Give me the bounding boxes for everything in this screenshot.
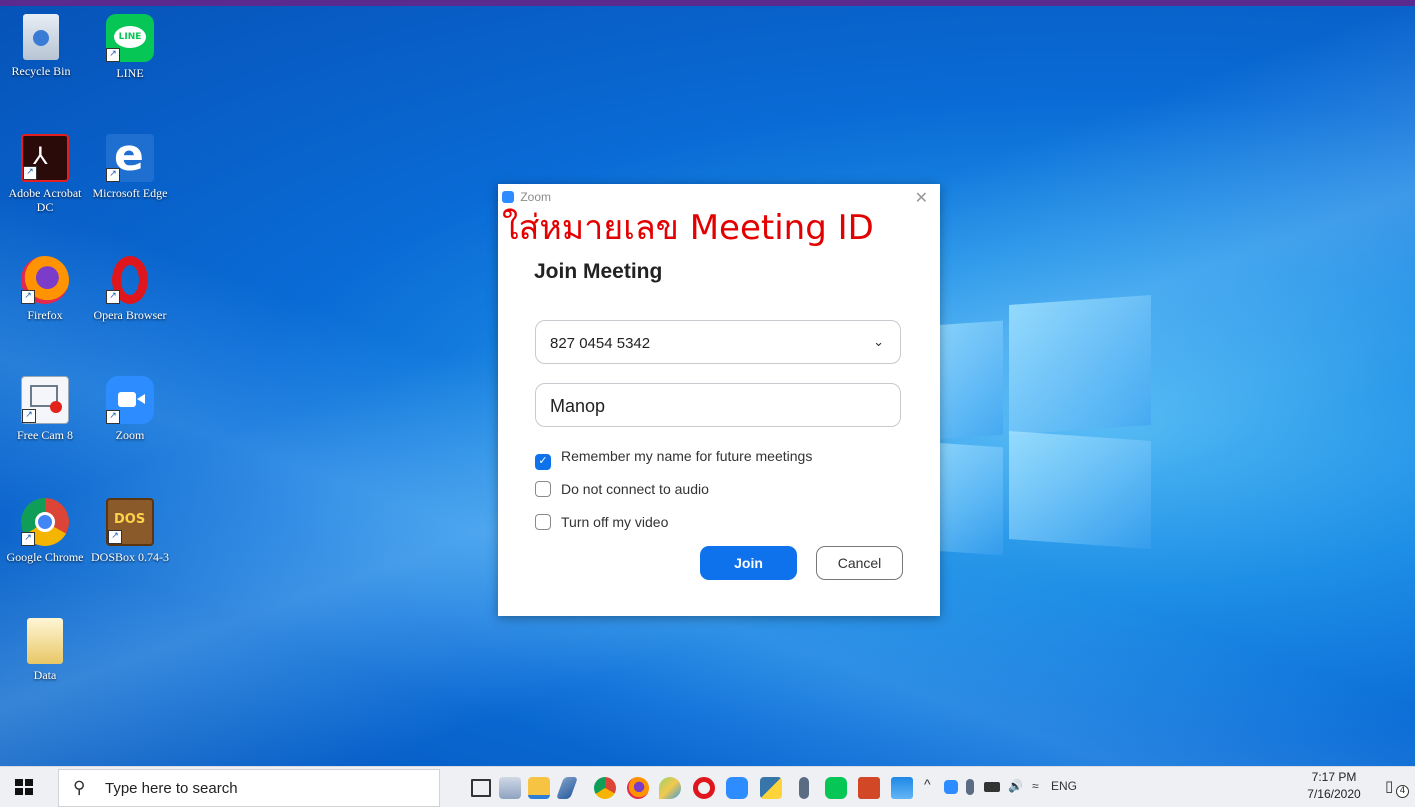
no-audio-checkbox[interactable] [535, 481, 551, 497]
chevron-down-icon[interactable]: ⌄ [873, 335, 884, 350]
join-button[interactable]: Join [700, 546, 797, 580]
zoom-tray-icon[interactable] [944, 780, 958, 794]
meeting-id-input[interactable] [548, 321, 872, 365]
task-view-icon[interactable] [471, 779, 491, 797]
name-field[interactable] [535, 383, 901, 428]
desktop-icon-firefox[interactable]: ↗ Firefox [5, 256, 85, 322]
name-input[interactable] [548, 384, 872, 428]
meeting-id-combobox[interactable]: ⌄ [535, 320, 901, 365]
desktop-icon-recycle-bin[interactable]: Recycle Bin [1, 14, 81, 78]
notification-center-icon[interactable]: ▯ 4 [1385, 777, 1409, 798]
photos-icon[interactable] [891, 777, 913, 799]
recycle-bin-icon [23, 14, 59, 60]
search-placeholder: Type here to search [105, 780, 238, 797]
clock-date: 7/16/2020 [1307, 787, 1361, 801]
windows-start-icon[interactable] [15, 779, 33, 795]
desktop-icon-edge[interactable]: e ↗ Microsoft Edge [90, 130, 170, 200]
desktop-icon-dosbox[interactable]: DOS ↗ DOSBox 0.74-3 [90, 498, 170, 564]
dialog-heading: Join Meeting [534, 260, 663, 283]
chevron-up-icon[interactable]: ^ [924, 776, 931, 792]
instruction-overlay-text: ใส่หมายเลข Meeting ID [502, 208, 874, 248]
firefox-icon: ↗ [21, 256, 69, 304]
taskbar-clock[interactable]: 7:17 PM 7/16/2020 [1304, 769, 1364, 803]
pen-icon[interactable] [555, 777, 579, 799]
wifi-icon[interactable]: ≈ [1032, 779, 1039, 793]
video-off-label: Turn off my video [561, 514, 669, 530]
powerpoint-icon[interactable] [858, 777, 880, 799]
picture-viewer-icon[interactable] [499, 777, 521, 799]
desktop-icon-zoom[interactable]: ↗ Zoom [90, 376, 170, 442]
desktop-icon-chrome[interactable]: ↗ Google Chrome [5, 498, 85, 564]
zoom-icon: ↗ [106, 376, 154, 424]
desktop-icon-free-cam[interactable]: ↗ Free Cam 8 [5, 376, 85, 442]
notification-count-badge: 4 [1396, 785, 1409, 798]
chrome-icon: ↗ [21, 498, 69, 546]
desktop-icon-opera[interactable]: ↗ Opera Browser [90, 256, 170, 322]
file-explorer-icon[interactable] [528, 777, 550, 799]
search-icon: ⚲ [73, 778, 86, 798]
cancel-button[interactable]: Cancel [816, 546, 903, 580]
remember-name-checkbox[interactable]: ✓ [535, 454, 551, 470]
line-app-icon[interactable] [825, 777, 847, 799]
input-language[interactable]: ENG [1051, 779, 1077, 793]
edge-icon: e ↗ [106, 130, 154, 182]
microphone-icon[interactable] [799, 777, 809, 799]
python-icon[interactable] [760, 777, 782, 799]
line-app-icon: LINE ↗ [106, 14, 154, 62]
close-icon[interactable]: ✕ [915, 188, 928, 207]
desktop-icon-adobe-acrobat[interactable]: ⅄ ↗ Adobe Acrobat DC [5, 134, 85, 214]
video-off-checkbox[interactable] [535, 514, 551, 530]
opera-icon: ↗ [106, 256, 154, 304]
adobe-acrobat-icon: ⅄ ↗ [21, 134, 69, 182]
free-cam-icon: ↗ [21, 376, 69, 424]
remember-name-option[interactable]: ✓ Remember my name for future meetings [535, 448, 813, 470]
window-frame-top [0, 0, 1415, 6]
no-audio-option[interactable]: Do not connect to audio [535, 481, 709, 499]
volume-icon[interactable]: 🔊 [1008, 779, 1023, 793]
microphone-tray-icon[interactable] [966, 779, 974, 795]
taskbar: ⚲ Type here to search ^ 🔊 ≈ ENG 7:17 PM … [0, 766, 1415, 807]
remember-name-label: Remember my name for future meetings [561, 448, 813, 464]
chrome-icon[interactable] [594, 777, 616, 799]
desktop-icon-line[interactable]: LINE ↗ LINE [90, 14, 170, 80]
clock-time: 7:17 PM [1311, 770, 1357, 784]
battery-icon[interactable] [984, 782, 1000, 792]
firefox-icon[interactable] [627, 777, 649, 799]
no-audio-label: Do not connect to audio [561, 481, 709, 497]
zoom-icon[interactable] [726, 777, 748, 799]
folder-icon [27, 618, 63, 664]
desktop-icon-data-folder[interactable]: Data [5, 618, 85, 682]
video-off-option[interactable]: Turn off my video [535, 514, 668, 532]
paint-icon[interactable] [659, 777, 681, 799]
taskbar-search-box[interactable]: ⚲ Type here to search [58, 769, 440, 807]
opera-icon[interactable] [693, 777, 715, 799]
dosbox-icon: DOS ↗ [106, 498, 154, 546]
